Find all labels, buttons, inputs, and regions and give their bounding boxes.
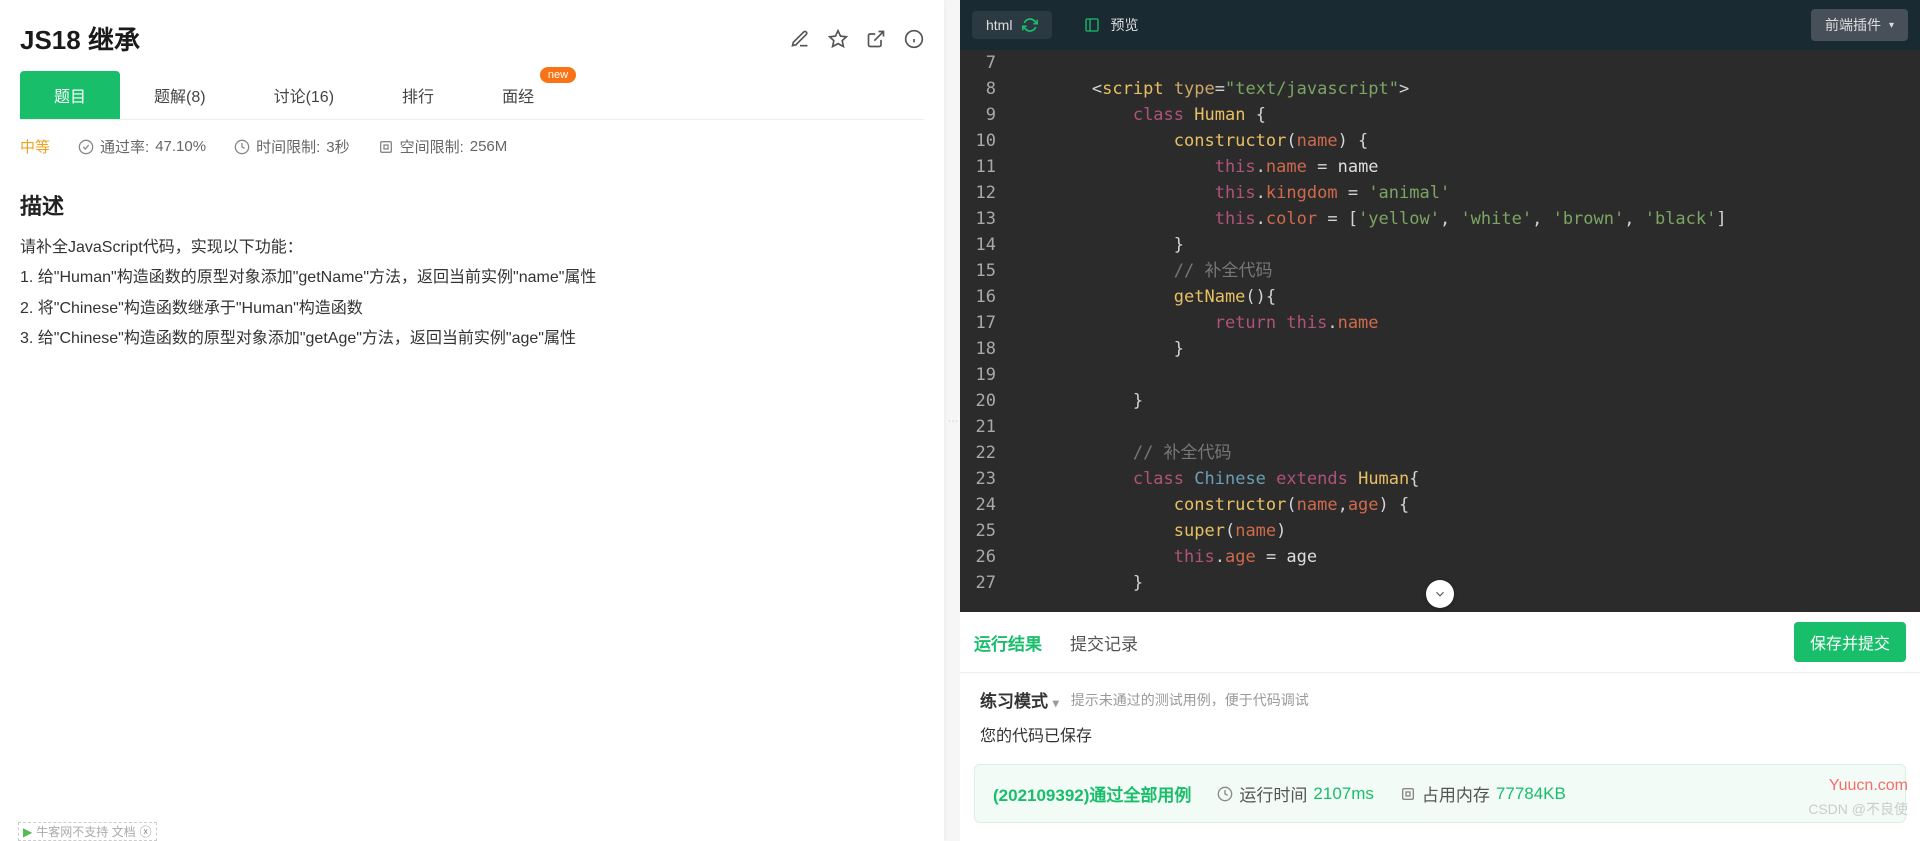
problem-panel: JS18 继承 题目 题 bbox=[0, 0, 944, 841]
editor-bar: html 预览 前端插件 ▾ bbox=[960, 0, 1920, 50]
desc-line: 2. 将"Chinese"构造函数继承于"Human"构造函数 bbox=[20, 294, 924, 324]
code-editor[interactable]: 78 <script type="text/javascript">9 clas… bbox=[960, 50, 1920, 612]
refresh-icon[interactable] bbox=[1022, 17, 1038, 33]
submit-button[interactable]: 保存并提交 bbox=[1794, 622, 1906, 662]
practice-label-text: 练习模式 bbox=[980, 692, 1048, 711]
collapse-button[interactable] bbox=[1426, 580, 1454, 608]
pass-rate: 通过率: 47.10% bbox=[78, 136, 206, 157]
practice-row: 练习模式 ▾ 提示未通过的测试用例，便于代码调试 bbox=[960, 673, 1920, 718]
memory: 占用内存 77784KB bbox=[1400, 781, 1566, 806]
close-icon[interactable]: ⓧ bbox=[140, 823, 152, 840]
tab-rank[interactable]: 排行 bbox=[368, 71, 468, 119]
bottom-placeholder-text: 牛客网不支持 文档 bbox=[36, 823, 135, 840]
description: 请补全JavaScript代码，实现以下功能： 1. 给"Human"构造函数的… bbox=[20, 233, 924, 355]
pass-id: (202109392)通过全部用例 bbox=[993, 781, 1191, 806]
info-icon[interactable] bbox=[904, 29, 924, 49]
edit-icon[interactable] bbox=[790, 29, 810, 49]
practice-hint: 提示未通过的测试用例，便于代码调试 bbox=[1071, 690, 1309, 710]
tab-discuss[interactable]: 讨论(16) bbox=[240, 71, 368, 119]
external-link-icon[interactable] bbox=[866, 29, 886, 49]
splitter[interactable]: ⋮ bbox=[944, 0, 960, 841]
saved-message: 您的代码已保存 bbox=[960, 718, 1920, 760]
run-time-value: 2107ms bbox=[1313, 784, 1373, 804]
memory-value: 77784KB bbox=[1496, 784, 1566, 804]
memory-label: 占用内存 bbox=[1422, 781, 1490, 806]
time-limit-value: 3秒 bbox=[326, 136, 349, 157]
desc-line: 请补全JavaScript代码，实现以下功能： bbox=[20, 233, 924, 263]
editor-tab-preview[interactable]: 预览 bbox=[1070, 9, 1152, 41]
run-time-label: 运行时间 bbox=[1239, 781, 1307, 806]
editor-tab-html-label: html bbox=[986, 17, 1012, 33]
time-limit: 时间限制: 3秒 bbox=[234, 136, 350, 157]
bottom-placeholder: ▶ 牛客网不支持 文档 ⓧ bbox=[18, 822, 157, 841]
desc-line: 3. 给"Chinese"构造函数的原型对象添加"getAge"方法，返回当前实… bbox=[20, 324, 924, 354]
mem-limit-label: 空间限制: bbox=[400, 136, 464, 157]
tab-submit-history[interactable]: 提交记录 bbox=[1070, 630, 1138, 655]
problem-title: JS18 继承 bbox=[20, 20, 140, 57]
problem-tabs: 题目 题解(8) 讨论(16) 排行 面经 new bbox=[20, 71, 924, 120]
tab-interview[interactable]: 面经 new bbox=[468, 71, 568, 119]
time-limit-label: 时间限制: bbox=[256, 136, 320, 157]
chevron-down-icon: ▾ bbox=[1889, 20, 1894, 31]
run-time: 运行时间 2107ms bbox=[1217, 781, 1373, 806]
pass-rate-value: 47.10% bbox=[155, 138, 206, 155]
desc-title: 描述 bbox=[20, 189, 924, 221]
meta-row: 中等 通过率: 47.10% 时间限制: 3秒 空间限制: 256M bbox=[20, 120, 924, 173]
editor-panel: html 预览 前端插件 ▾ 78 <script type="text/jav… bbox=[960, 0, 1920, 841]
watermark: CSDN @不良使 bbox=[1808, 799, 1908, 819]
plugin-button-label: 前端插件 bbox=[1825, 15, 1881, 35]
badge-new: new bbox=[540, 67, 576, 83]
pass-result-box: (202109392)通过全部用例 运行时间 2107ms 占用内存 77784… bbox=[974, 764, 1906, 823]
tab-solution[interactable]: 题解(8) bbox=[120, 71, 240, 119]
tab-run-result[interactable]: 运行结果 bbox=[974, 630, 1042, 655]
tab-interview-label: 面经 bbox=[502, 89, 534, 106]
result-bar: 运行结果 提交记录 保存并提交 bbox=[960, 612, 1920, 673]
tab-problem[interactable]: 题目 bbox=[20, 71, 120, 119]
editor-tab-html[interactable]: html bbox=[972, 11, 1052, 39]
difficulty: 中等 bbox=[20, 136, 50, 157]
watermark: Yuucn.com bbox=[1829, 777, 1908, 795]
mem-limit: 空间限制: 256M bbox=[378, 136, 508, 157]
star-icon[interactable] bbox=[828, 29, 848, 49]
desc-line: 1. 给"Human"构造函数的原型对象添加"getName"方法，返回当前实例… bbox=[20, 263, 924, 293]
pass-rate-label: 通过率: bbox=[100, 136, 149, 157]
mem-limit-value: 256M bbox=[470, 138, 508, 155]
plugin-button[interactable]: 前端插件 ▾ bbox=[1811, 9, 1908, 41]
chevron-down-icon[interactable]: ▾ bbox=[1053, 696, 1059, 710]
practice-label: 练习模式 ▾ bbox=[980, 687, 1059, 712]
title-actions bbox=[790, 29, 924, 49]
editor-tab-preview-label: 预览 bbox=[1110, 15, 1138, 35]
